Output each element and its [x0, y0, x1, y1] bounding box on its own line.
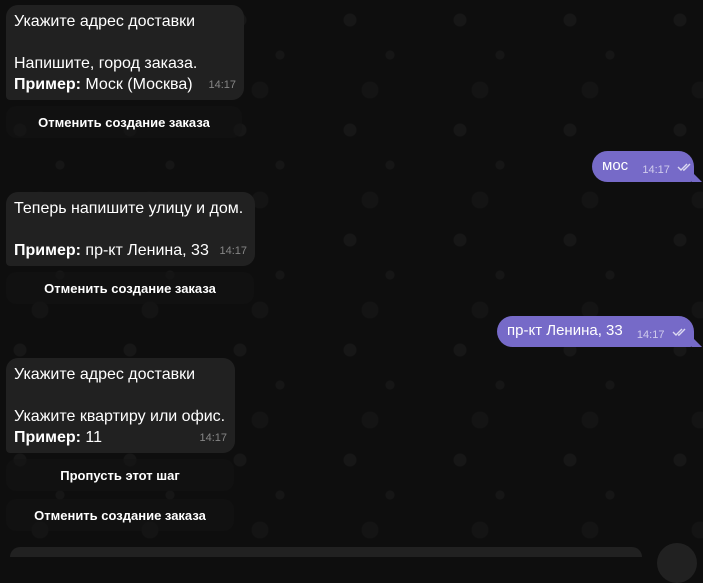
incoming-message: Укажите адрес доставки Укажите квартиру … [6, 358, 235, 453]
message-time: 14:17 [199, 432, 227, 444]
example-value: Моск (Москва) [85, 76, 193, 93]
cancel-order-button[interactable]: Отменить создание заказа [6, 499, 234, 531]
message-line: Теперь напишите улицу и дом. [14, 200, 244, 217]
message-time: 14:17 [642, 164, 670, 176]
message-time: 14:17 [208, 79, 236, 91]
example-value: пр-кт Ленина, 33 [85, 242, 209, 259]
message-line: Напишите, город заказа. [14, 55, 198, 72]
example-label: Пример: [14, 242, 81, 259]
message-line: Укажите адрес доставки [14, 366, 196, 383]
outgoing-text: пр-кт Ленина, 33 [507, 322, 623, 339]
cancel-order-button[interactable]: Отменить создание заказа [6, 272, 254, 304]
outgoing-text: мос [602, 157, 629, 174]
send-button[interactable] [657, 543, 697, 583]
outgoing-message: пр-кт Ленина, 33 14:17 [497, 316, 694, 347]
incoming-message: Укажите адрес доставки Напишите, город з… [6, 5, 244, 100]
double-check-icon [677, 163, 691, 171]
message-time: 14:17 [636, 329, 665, 341]
incoming-message: Теперь напишите улицу и дом. Пример: пр-… [6, 192, 255, 266]
skip-step-button[interactable]: Пропусть этот шаг [6, 459, 234, 491]
message-time: 14:17 [219, 245, 247, 257]
message-composer[interactable] [10, 547, 642, 557]
double-check-icon [672, 328, 686, 336]
cancel-order-button[interactable]: Отменить создание заказа [6, 106, 242, 138]
message-line: Укажите адрес доставки [14, 13, 196, 30]
example-label: Пример: [14, 76, 81, 93]
example-value: 11 [85, 429, 103, 446]
example-label: Пример: [14, 429, 81, 446]
outgoing-message: мос 14:17 [592, 151, 694, 182]
message-line: Укажите квартиру или офис. [14, 408, 226, 425]
